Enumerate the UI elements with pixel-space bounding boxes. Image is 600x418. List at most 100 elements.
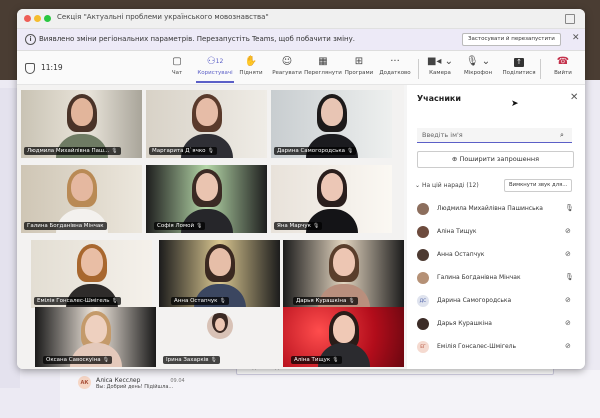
video-tile[interactable]: Галина Богданівна Мінчак — [21, 165, 142, 233]
react-button[interactable]: ☺ Реагувати — [268, 55, 306, 76]
video-tile[interactable]: Дарья Курашкіна 🎙 — [283, 240, 404, 308]
participant-name: Дарья Курашкіна — [437, 320, 492, 327]
zoom-window-button[interactable] — [44, 15, 51, 22]
toolbar-divider — [540, 59, 541, 79]
share-icon: ↑ — [500, 55, 538, 68]
share-button[interactable]: ↑ Поділитися — [500, 55, 538, 76]
more-button[interactable]: ··· Додатково — [376, 55, 414, 76]
video-tile[interactable]: Софія Ломой 🎙 — [146, 165, 267, 233]
desktop-scene: Введіть повідомлення АК Аліса Кесслер09.… — [0, 0, 600, 418]
participant-search-input[interactable] — [417, 128, 572, 143]
meeting-timer: 11:19 — [41, 63, 63, 72]
apply-restart-button[interactable]: Застосувати й перезапустити — [462, 33, 561, 46]
window-title: Секція "Актуальні проблеми українського … — [57, 13, 269, 21]
video-tile[interactable]: Дарина Самогородська 🎙 — [271, 90, 392, 158]
participant-name: Емілія Гонсалес-Шмігель 🎙 — [34, 297, 121, 305]
video-tile[interactable]: Оксана Савоскуіна 🎙 — [35, 307, 156, 367]
participants-panel: Учасники ✕ ⌕ ⊕ Поширити запрошення ⌄ На … — [407, 85, 585, 369]
participant-name: Ірина Захарків 🎙 — [163, 356, 220, 364]
emoji-icon: ☺ — [281, 56, 293, 67]
participant-name: Оксана Савоскуіна 🎙 — [43, 356, 113, 364]
tool-label: Програми — [344, 70, 374, 76]
chat-button[interactable]: ▢ Чат — [158, 55, 196, 76]
background-chat-item[interactable]: АК Аліса Кесслер 09.04 Вы: Добрий день! П… — [78, 376, 185, 390]
more-icon: ··· — [390, 56, 400, 67]
avatar — [417, 226, 429, 238]
video-stage: Людмила Михайлівна Паш... 🎙 Маргарита Д`я… — [17, 85, 404, 369]
close-icon[interactable]: ✕ — [570, 92, 578, 103]
minimize-window-button[interactable] — [34, 15, 41, 22]
video-tile[interactable]: Анна Остапчук 🎙 — [159, 240, 280, 308]
people-count: 12 — [215, 58, 224, 65]
participant-name: Дарья Курашкіна 🎙 — [293, 297, 358, 305]
participant-row[interactable]: Галина Богданівна Мінчак 🎙 — [417, 270, 577, 286]
participant-row[interactable]: ДС Дарина Самогородська ⊘ — [417, 293, 577, 309]
video-tile[interactable]: Маргарита Д`ячко 🎙 — [146, 90, 267, 158]
video-tile[interactable]: Аліна Тищук 🎙 — [283, 307, 404, 367]
search-icon: ⌕ — [560, 131, 564, 139]
avatar — [206, 313, 233, 339]
chat-item-text: Аліса Кесслер 09.04 Вы: Добрий день! Піді… — [96, 376, 185, 390]
mic-icon: 🎙 — [565, 273, 574, 281]
mic-icon: 🎙 ⌄ — [465, 56, 491, 67]
panel-title: Учасники — [417, 94, 461, 103]
popout-icon[interactable] — [565, 14, 575, 24]
tool-label: Додатково — [379, 70, 411, 76]
participant-name: Емілія Гонсалес-Шмігель — [437, 343, 517, 350]
title-bar: Секція "Актуальні проблеми українського … — [17, 9, 585, 29]
video-tile[interactable]: Яна Марчук 🎙 — [271, 165, 392, 233]
mic-button[interactable]: 🎙 ⌄ Мікрофон — [459, 55, 497, 76]
avatar — [417, 272, 429, 284]
participant-row[interactable]: Дарья Курашкіна ⊘ — [417, 316, 577, 332]
video-tile[interactable]: Ірина Захарків 🎙 — [159, 307, 280, 367]
notification-banner: i Виявлено зміни регіональних параметрів… — [17, 29, 585, 51]
close-icon[interactable]: ✕ — [572, 33, 580, 43]
participant-name: Аліна Тищук — [437, 228, 477, 235]
video-tile[interactable]: Людмила Михайлівна Паш... 🎙 — [21, 90, 142, 158]
mic-off-icon: ⊘ — [565, 342, 571, 350]
chat-item-preview: Вы: Добрий день! Підійшла... — [96, 384, 174, 390]
tool-label: Вийти — [554, 70, 572, 76]
mic-off-icon: ⊘ — [565, 319, 571, 327]
avatar — [417, 203, 429, 215]
mute-all-button[interactable]: Вимкнути звук для... — [504, 179, 573, 192]
video-tile[interactable]: Емілія Гонсалес-Шмігель 🎙 — [31, 240, 152, 308]
tool-label: Реагувати — [272, 70, 302, 76]
mic-icon: 🎙 — [565, 204, 574, 212]
raise-hand-button[interactable]: ✋ Підняти — [232, 55, 270, 76]
participant-name: Галина Богданівна Мінчак — [437, 274, 521, 281]
tool-label: Чат — [171, 70, 183, 76]
mic-off-icon: ⊘ — [565, 227, 571, 235]
apps-icon: ⊞ — [354, 56, 364, 67]
participants-group-label[interactable]: ⌄ На цій нараді (12) — [415, 182, 479, 189]
tool-label: Переглянути — [304, 70, 342, 76]
camera-button[interactable]: ■◂ ⌄ Камера — [421, 55, 459, 76]
participant-name: Аліна Тищук 🎙 — [291, 356, 342, 364]
participant-name: Яна Марчук 🎙 — [274, 222, 323, 230]
participant-row[interactable]: Анна Остапчук ⊘ — [417, 247, 577, 263]
participant-name: Людмила Михайлівна Паш... 🎙 — [24, 147, 121, 155]
tool-label: Підняти — [239, 70, 263, 76]
participant-name: Анна Остапчук 🎙 — [171, 297, 229, 305]
people-button[interactable]: ⚇12 Користувачі — [196, 55, 234, 83]
mic-off-icon: ⊘ — [565, 250, 571, 258]
close-window-button[interactable] — [24, 15, 31, 22]
participant-name: Людмила Михайлівна Пашинська — [437, 205, 543, 212]
participant-name: Галина Богданівна Мінчак — [24, 222, 107, 230]
view-button[interactable]: ▦ Переглянути — [304, 55, 342, 76]
hand-icon: ✋ — [244, 56, 258, 67]
participant-name: Маргарита Д`ячко 🎙 — [149, 147, 217, 155]
phone-hangup-icon: ☎ — [556, 56, 570, 67]
camera-icon: ■◂ ⌄ — [426, 56, 454, 67]
leave-button[interactable]: ☎ Вийти — [544, 55, 582, 76]
participant-name: Софія Ломой 🎙 — [154, 222, 206, 230]
tool-label: Користувачі — [197, 70, 233, 76]
participant-row[interactable]: ЕГ Емілія Гонсалес-Шмігель ⊘ — [417, 339, 577, 355]
apps-button[interactable]: ⊞ Програми — [340, 55, 378, 76]
share-invite-button[interactable]: ⊕ Поширити запрошення — [417, 151, 574, 168]
toolbar-divider — [418, 59, 419, 79]
participant-row[interactable]: Аліна Тищук ⊘ — [417, 224, 577, 240]
info-icon: i — [25, 34, 36, 45]
meeting-window: Секція "Актуальні проблеми українського … — [17, 9, 585, 369]
participant-row[interactable]: Людмила Михайлівна Пашинська 🎙 — [417, 201, 577, 217]
